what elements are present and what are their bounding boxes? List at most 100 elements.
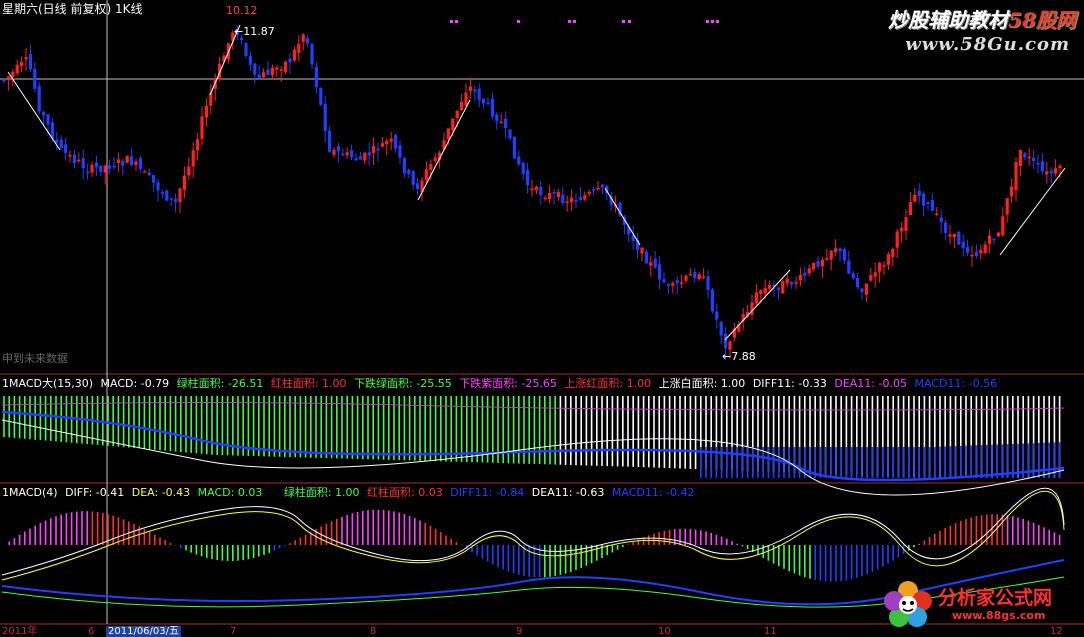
candle-body <box>1023 153 1027 158</box>
candle-body <box>803 272 807 276</box>
candle-body <box>310 44 314 65</box>
candle-body <box>196 139 200 151</box>
candle-body <box>543 197 547 200</box>
candle-body <box>1045 171 1049 175</box>
macd-small-macd: MACD: 0.03 <box>197 486 263 499</box>
macd-small-legend: 1MACD(4) DIFF: -0.41 DEA: -0.43 MACD: 0.… <box>2 486 699 500</box>
candle-body <box>860 288 864 293</box>
candle-body <box>174 198 178 202</box>
macd-small-macd11: MACD11: -0.42 <box>611 486 695 499</box>
candle-body <box>200 116 204 139</box>
candle-body <box>702 276 706 279</box>
candle-body <box>416 183 420 190</box>
candle-body <box>490 98 494 117</box>
signal-marker <box>517 20 520 23</box>
candle-body <box>275 67 279 70</box>
candle-body <box>715 311 719 320</box>
candle-body <box>944 222 948 233</box>
stock-chart[interactable] <box>0 0 1084 637</box>
candle-body <box>798 275 802 281</box>
macd-small-dea11: DEA11: -0.63 <box>531 486 605 499</box>
signal-marker <box>450 20 453 23</box>
candle-body <box>354 158 358 161</box>
candle-body <box>816 261 820 267</box>
watermark-url: www.58Gu.com <box>905 34 1070 55</box>
candle-body <box>825 257 829 260</box>
candle-body <box>358 156 362 160</box>
candle-body <box>64 144 68 153</box>
signal-marker <box>716 20 719 23</box>
candle-body <box>785 278 789 284</box>
x-tick-7: 7 <box>230 626 237 637</box>
candle-body <box>776 287 780 290</box>
candle-body <box>253 63 257 75</box>
macd-small-dea: DEA: -0.43 <box>131 486 191 499</box>
candle-body <box>169 198 173 200</box>
candle-body <box>398 145 402 158</box>
candle-body <box>864 283 868 295</box>
trend-line <box>724 269 791 341</box>
candle-body <box>380 143 384 147</box>
candle-body <box>411 170 415 185</box>
flower-logo-icon <box>884 581 932 627</box>
candle-body <box>917 190 921 197</box>
macd-big-value: MACD: -0.79 <box>100 377 170 390</box>
candle-body <box>1058 165 1062 169</box>
candle-body <box>68 154 72 157</box>
candle-body <box>556 192 560 198</box>
candle-body <box>376 148 380 151</box>
candle-body <box>838 248 842 252</box>
candle-body <box>552 191 556 194</box>
candle-body <box>112 165 116 168</box>
logo-title: 分析家公式网 <box>938 587 1053 609</box>
candle-body <box>143 171 147 173</box>
candle-body <box>961 241 965 249</box>
candle-body <box>341 153 345 156</box>
candle-body <box>587 192 591 195</box>
down-purple-area: 下跌紫面积: -25.65 <box>459 377 557 390</box>
candle-body <box>477 88 481 101</box>
candle-body <box>988 235 992 244</box>
up-white-area: 上涨白面积: 1.00 <box>658 377 746 390</box>
candle-body <box>451 118 455 131</box>
candle-body <box>314 66 318 88</box>
signal-marker <box>455 20 458 23</box>
candle-body <box>1049 170 1053 174</box>
candle-body <box>706 275 710 291</box>
macd11: MACD11: -0.56 <box>914 377 998 390</box>
candle-body <box>812 262 816 270</box>
x-cursor-date: 2011/06/03/五 <box>106 626 182 637</box>
candle-body <box>257 74 261 79</box>
down-green-area: 下跌绿面积: -25.55 <box>354 377 452 390</box>
x-tick-11: 11 <box>764 626 777 637</box>
candle-body <box>394 134 398 149</box>
candle-body <box>336 146 340 152</box>
trend-line <box>999 167 1066 256</box>
dea11: DEA11: -0.05 <box>834 377 907 390</box>
candle-body <box>248 55 252 65</box>
candle-body <box>539 186 543 196</box>
candle-body <box>292 49 296 61</box>
candle-body <box>345 152 349 156</box>
candle-body <box>578 197 582 200</box>
candle-body <box>570 197 574 202</box>
candle-body <box>728 341 732 350</box>
candle-body <box>1005 198 1009 215</box>
candle-body <box>1010 186 1014 197</box>
candle-body <box>262 72 266 78</box>
candle-body <box>182 175 186 190</box>
candle-body <box>460 101 464 110</box>
candle-body <box>402 157 406 174</box>
candle-body <box>526 170 530 186</box>
signal-marker <box>711 20 714 23</box>
candle-body <box>6 76 10 81</box>
site-logo[interactable]: 分析家公式网 www.88gs.com <box>882 579 1078 631</box>
candle-body <box>147 172 151 176</box>
macd-small-diff11: DIFF11: -0.84 <box>450 486 525 499</box>
red-area: 红柱面积: 1.00 <box>270 377 347 390</box>
candle-body <box>882 265 886 267</box>
candle-body <box>90 164 94 173</box>
candle-body <box>446 128 450 140</box>
candle-body <box>204 105 208 118</box>
candle-body <box>486 102 490 104</box>
